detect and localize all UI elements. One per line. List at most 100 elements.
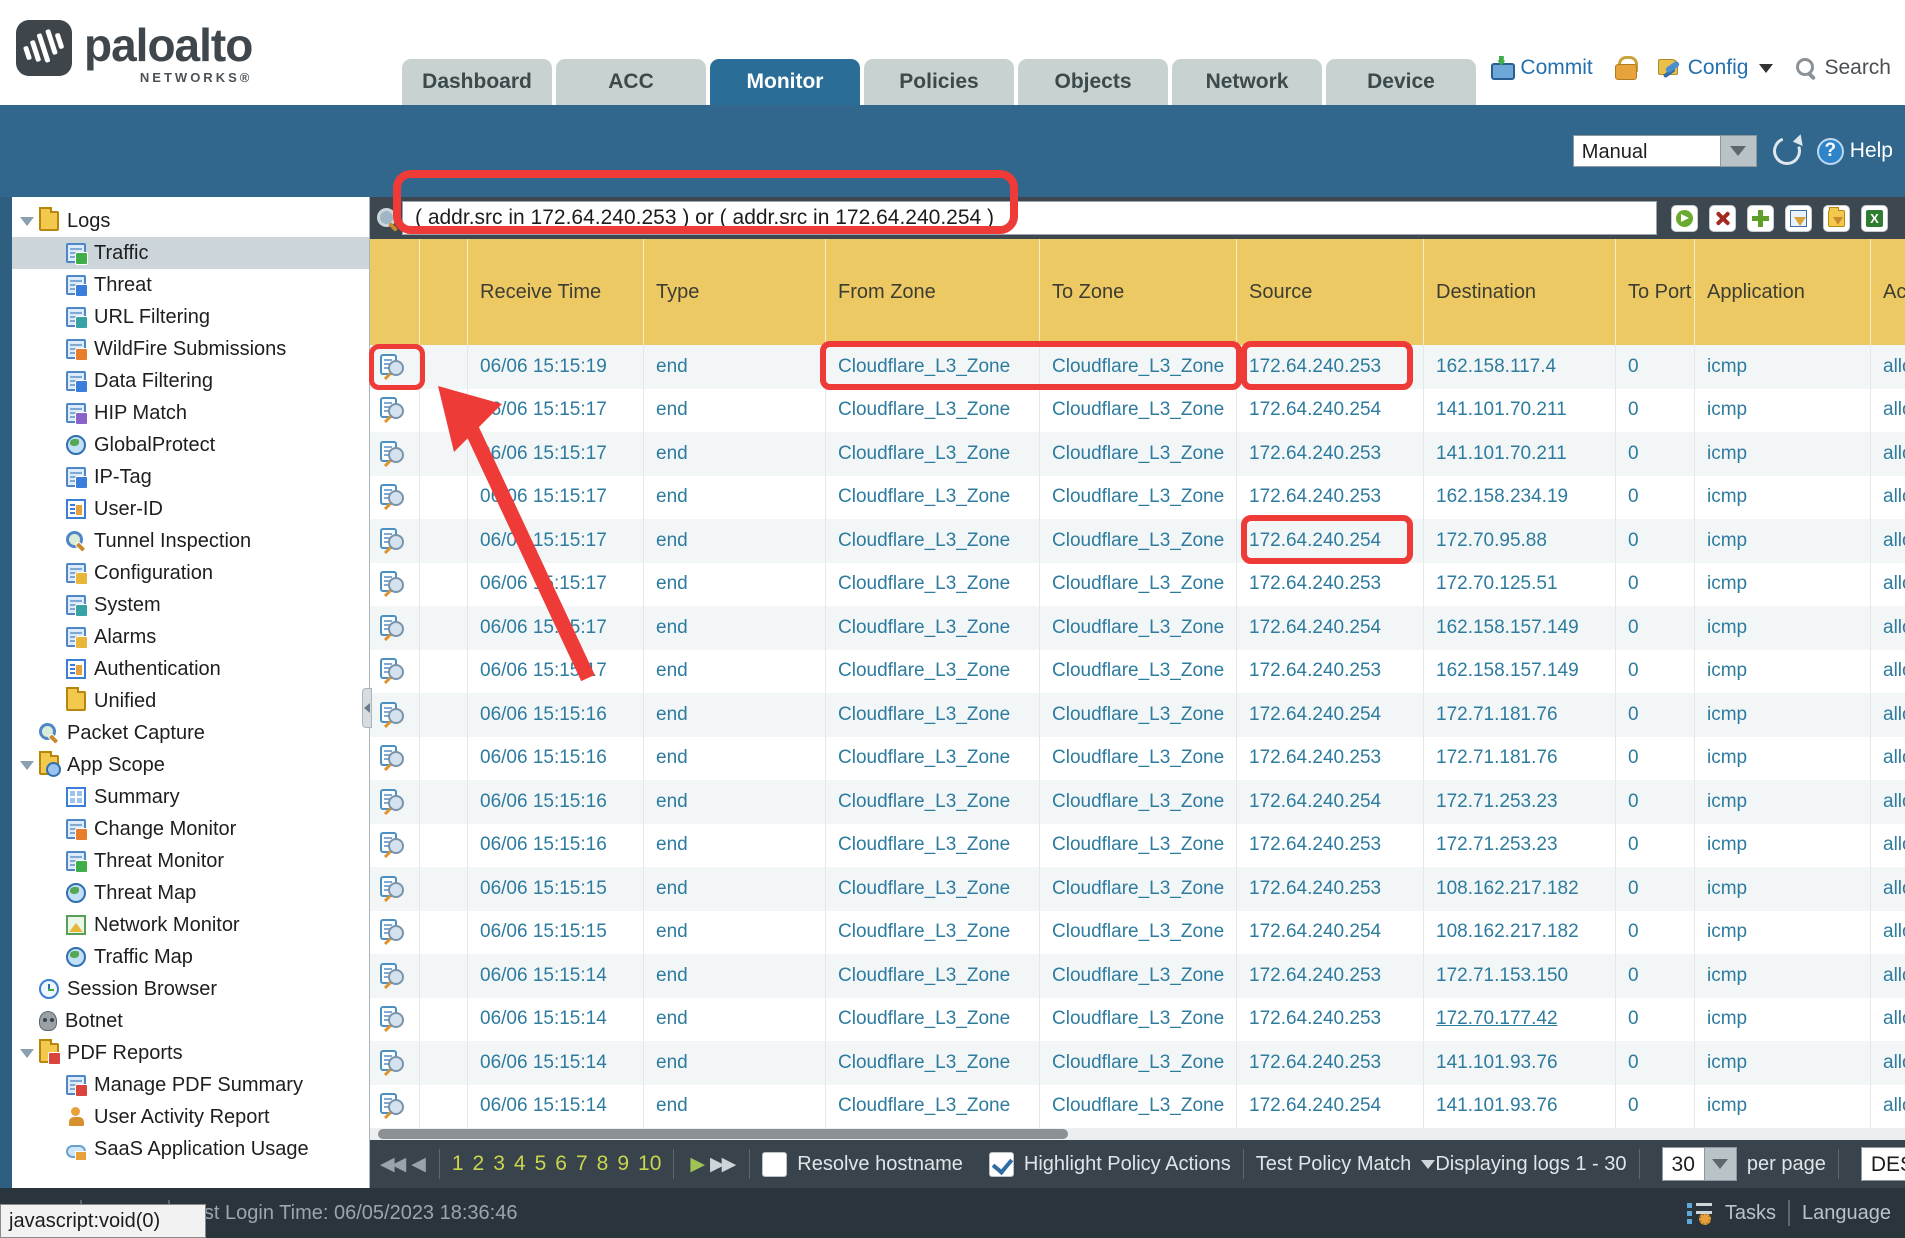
sidebar-item-wildfire-submissions[interactable]: WildFire Submissions [12, 333, 369, 365]
sidebar-item-user-activity-report[interactable]: User Activity Report [12, 1101, 369, 1133]
sidebar-item-saas-application-usage[interactable]: SaaS Application Usage [12, 1133, 369, 1165]
tree-expand-icon[interactable] [20, 761, 34, 770]
log-detail-icon[interactable] [378, 1093, 406, 1119]
sidebar-item-traffic[interactable]: Traffic [12, 237, 369, 269]
page-number-7[interactable]: 7 [576, 1152, 588, 1176]
log-detail-icon[interactable] [378, 789, 406, 815]
per-page-select[interactable]: 30 [1662, 1147, 1737, 1181]
page-number-2[interactable]: 2 [473, 1152, 485, 1176]
sidebar-item-globalprotect[interactable]: GlobalProtect [12, 429, 369, 461]
resolve-hostname-checkbox[interactable] [762, 1152, 787, 1177]
refresh-mode-dropdown-button[interactable] [1721, 135, 1757, 167]
horizontal-scrollbar-thumb[interactable] [378, 1129, 1068, 1139]
next-page-button[interactable]: ▶ [690, 1153, 702, 1176]
log-filter-input[interactable] [402, 201, 1657, 235]
sidebar-item-ip-tag[interactable]: IP-Tag [12, 461, 369, 493]
sidebar-item-manage-pdf-summary[interactable]: Manage PDF Summary [12, 1069, 369, 1101]
tab-device[interactable]: Device [1326, 59, 1476, 105]
sidebar-item-logs[interactable]: Logs [12, 205, 369, 237]
log-detail-icon[interactable] [378, 876, 406, 902]
refresh-mode-select[interactable]: Manual [1573, 135, 1757, 167]
sidebar-item-session-browser[interactable]: Session Browser [12, 973, 369, 1005]
log-detail-icon[interactable] [378, 832, 406, 858]
log-detail-icon[interactable] [378, 1050, 406, 1076]
page-number-4[interactable]: 4 [514, 1152, 526, 1176]
page-number-6[interactable]: 6 [555, 1152, 567, 1176]
log-detail-icon[interactable] [378, 571, 406, 597]
log-detail-icon[interactable] [378, 702, 406, 728]
refresh-icon[interactable] [1768, 132, 1805, 169]
sidebar-item-app-scope[interactable]: App Scope [12, 749, 369, 781]
test-policy-match-dropdown[interactable]: Test Policy Match [1256, 1153, 1436, 1176]
prev-page-button[interactable]: ◀ [411, 1153, 423, 1176]
column-header-from-zone[interactable]: From Zone [826, 239, 1040, 345]
language-button[interactable]: Language [1802, 1202, 1891, 1225]
clear-filter-button[interactable] [1709, 205, 1736, 232]
column-header-destination[interactable]: Destination [1424, 239, 1616, 345]
tasks-button[interactable]: Tasks [1725, 1202, 1776, 1225]
first-page-button[interactable]: ◀◀ [380, 1153, 403, 1176]
sidebar-item-threat[interactable]: Threat [12, 269, 369, 301]
tree-expand-icon[interactable] [20, 1049, 34, 1058]
page-number-10[interactable]: 10 [638, 1152, 661, 1176]
config-menu-button[interactable]: Config [1657, 56, 1774, 80]
highlight-policy-actions-checkbox[interactable] [989, 1152, 1014, 1177]
log-detail-icon[interactable] [378, 441, 406, 467]
sidebar-collapse-handle[interactable] [362, 688, 372, 728]
tab-acc[interactable]: ACC [556, 59, 706, 105]
tree-expand-icon[interactable] [20, 217, 34, 226]
log-detail-icon[interactable] [378, 1006, 406, 1032]
page-number-9[interactable]: 9 [617, 1152, 629, 1176]
tab-dashboard[interactable]: Dashboard [402, 59, 552, 105]
sidebar-item-botnet[interactable]: Botnet [12, 1005, 369, 1037]
sidebar-item-system[interactable]: System [12, 589, 369, 621]
commit-button[interactable]: Commit [1489, 56, 1592, 80]
page-number-5[interactable]: 5 [535, 1152, 547, 1176]
sidebar-item-pdf-reports[interactable]: PDF Reports [12, 1037, 369, 1069]
page-number-1[interactable]: 1 [452, 1152, 464, 1176]
log-detail-icon[interactable] [378, 484, 406, 510]
sidebar-item-tunnel-inspection[interactable]: Tunnel Inspection [12, 525, 369, 557]
sidebar-item-traffic-map[interactable]: Traffic Map [12, 941, 369, 973]
log-detail-icon[interactable] [378, 528, 406, 554]
lock-icon[interactable] [1615, 56, 1635, 80]
help-button[interactable]: ? Help [1817, 138, 1893, 165]
log-detail-icon[interactable] [378, 658, 406, 684]
column-header-application[interactable]: Application [1695, 239, 1871, 345]
page-number-8[interactable]: 8 [597, 1152, 609, 1176]
log-detail-icon[interactable] [378, 919, 406, 945]
per-page-dropdown-button[interactable] [1705, 1147, 1737, 1181]
column-header-to-zone[interactable]: To Zone [1040, 239, 1237, 345]
log-detail-icon[interactable] [378, 397, 406, 423]
sort-order-select[interactable]: DESC [1861, 1147, 1905, 1181]
sidebar-item-hip-match[interactable]: HIP Match [12, 397, 369, 429]
sidebar-item-alarms[interactable]: Alarms [12, 621, 369, 653]
export-button[interactable]: X [1861, 205, 1888, 232]
sidebar-item-network-monitor[interactable]: Network Monitor [12, 909, 369, 941]
log-detail-icon[interactable] [378, 745, 406, 771]
sidebar-item-url-filtering[interactable]: URL Filtering [12, 301, 369, 333]
apply-filter-button[interactable] [1671, 205, 1698, 232]
column-header-source[interactable]: Source [1237, 239, 1424, 345]
tab-objects[interactable]: Objects [1018, 59, 1168, 105]
filter-builder-button[interactable] [1785, 205, 1812, 232]
tab-network[interactable]: Network [1172, 59, 1322, 105]
column-header-action[interactable]: Action [1871, 239, 1905, 345]
page-number-3[interactable]: 3 [493, 1152, 505, 1176]
sidebar-item-user-id[interactable]: User-ID [12, 493, 369, 525]
cell-destination[interactable]: 172.70.177.42 [1424, 998, 1616, 1042]
sidebar-item-configuration[interactable]: Configuration [12, 557, 369, 589]
log-detail-icon[interactable] [378, 963, 406, 989]
sidebar-item-threat-map[interactable]: Threat Map [12, 877, 369, 909]
horizontal-scrollbar[interactable] [370, 1128, 1905, 1140]
tab-policies[interactable]: Policies [864, 59, 1014, 105]
column-header-receive-time[interactable]: Receive Time [468, 239, 644, 345]
sidebar-item-summary[interactable]: Summary [12, 781, 369, 813]
sidebar-item-change-monitor[interactable]: Change Monitor [12, 813, 369, 845]
sidebar-item-packet-capture[interactable]: Packet Capture [12, 717, 369, 749]
sidebar-item-unified[interactable]: Unified [12, 685, 369, 717]
last-page-button[interactable]: ▶▶ [710, 1153, 733, 1176]
log-detail-icon[interactable] [378, 354, 406, 380]
search-button[interactable]: Search [1795, 56, 1891, 80]
sidebar-item-authentication[interactable]: Authentication [12, 653, 369, 685]
